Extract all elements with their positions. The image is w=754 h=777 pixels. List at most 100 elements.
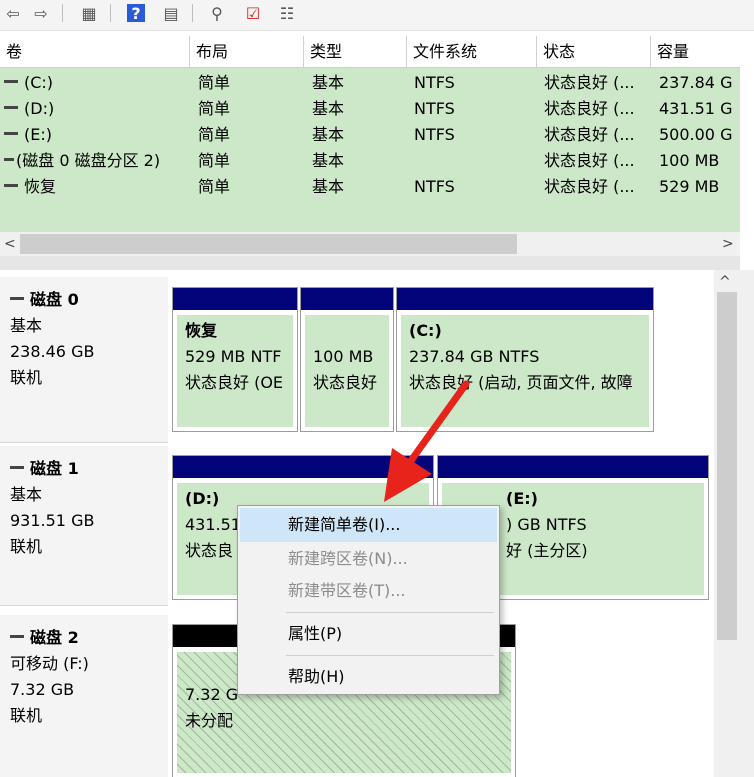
volume-icon (4, 106, 18, 109)
disk-size: 7.32 GB (10, 680, 75, 699)
volume-layout: 简单 (198, 151, 231, 170)
volume-icon (4, 184, 18, 187)
volume-name: 恢复 (24, 177, 57, 196)
toolbar-separator (110, 4, 111, 22)
back-arrow-icon[interactable]: ⇦ (2, 2, 24, 24)
scroll-left-icon[interactable]: < (4, 232, 16, 256)
volume-fs: NTFS (414, 73, 455, 92)
volume-layout: 简单 (198, 177, 231, 196)
volume-name: (E:) (24, 125, 52, 144)
disk-name: 磁盘 0 (30, 290, 79, 309)
toolbar-separator (192, 4, 193, 22)
action-pane-icon[interactable]: ▤ (160, 2, 182, 24)
volume-fs: NTFS (414, 177, 455, 196)
table-row[interactable]: (E:) (4, 122, 190, 148)
disk-name: 磁盘 1 (30, 459, 79, 478)
partition-status: 好 (主分区) (506, 541, 588, 560)
table-row[interactable]: (磁盘 0 磁盘分区 2) (4, 148, 194, 174)
volume-status: 状态良好 (... (544, 151, 635, 170)
partition-title: 恢复 (185, 321, 218, 340)
volume-layout: 简单 (198, 73, 231, 92)
context-menu: 新建简单卷(I)... 新建跨区卷(N)... 新建带区卷(T)... 属性(P… (237, 505, 500, 695)
red-arrow-annotation (384, 380, 470, 502)
column-header-capacity[interactable]: 容量 (651, 36, 740, 68)
volume-name: (D:) (24, 99, 55, 118)
partition-status: 状态良好 (OE (185, 373, 284, 392)
disk-icon (10, 635, 24, 638)
partition-title: (E:) (506, 489, 538, 508)
volume-fs: NTFS (414, 99, 455, 118)
partition-bar (397, 288, 653, 310)
help-icon[interactable]: ? (127, 4, 145, 23)
volume-capacity: 500.00 G (659, 125, 733, 144)
disk-state: 联机 (10, 368, 43, 387)
volume-status: 状态良好 (... (544, 73, 635, 92)
partition-recovery[interactable]: 恢复 529 MB NTF 状态良好 (OE (172, 287, 298, 432)
disk-size: 238.46 GB (10, 342, 95, 361)
menu-new-spanned-volume[interactable]: 新建跨区卷(N)... (240, 542, 497, 576)
disk-0-info[interactable]: 磁盘 0 基本 238.46 GB 联机 (0, 277, 168, 443)
disk-size: 931.51 GB (10, 511, 95, 530)
partition-size: ) GB NTFS (506, 515, 587, 534)
disk-type: 可移动 (F:) (10, 654, 89, 673)
volume-name: (磁盘 0 磁盘分区 2) (16, 151, 161, 170)
volume-status: 状态良好 (... (544, 99, 635, 118)
column-header-filesystem[interactable]: 文件系统 (407, 36, 537, 68)
column-header-layout[interactable]: 布局 (190, 36, 304, 68)
volume-layout: 简单 (198, 125, 231, 144)
table-row[interactable]: 恢复 (4, 174, 190, 200)
disk-2-info[interactable]: 磁盘 2 可移动 (F:) 7.32 GB 联机 (0, 615, 168, 777)
table-row[interactable]: (C:) (4, 70, 190, 96)
column-header-status[interactable]: 状态 (537, 36, 651, 68)
list-icon[interactable]: ☷ (276, 2, 298, 24)
volume-name: (C:) (24, 73, 54, 92)
volume-type: 基本 (312, 177, 345, 196)
volume-status: 状态良好 (... (544, 177, 635, 196)
column-header-type[interactable]: 类型 (304, 36, 407, 68)
partition-size: 529 MB NTF (185, 347, 282, 366)
partition-title: (C:) (409, 321, 442, 340)
menu-new-simple-volume[interactable]: 新建简单卷(I)... (240, 508, 497, 542)
scroll-up-icon[interactable]: ^ (719, 274, 731, 290)
forward-arrow-icon[interactable]: ⇨ (30, 2, 52, 24)
toolbar: ⇦ ⇨ ▦ ? ▤ ⚲ ☑ ☷ (0, 0, 754, 31)
partition-size: 237.84 GB NTFS (409, 347, 540, 366)
console-tree-icon[interactable]: ▦ (78, 2, 100, 24)
partition-bar (173, 288, 297, 310)
menu-help[interactable]: 帮助(H) (240, 660, 497, 694)
table-row[interactable]: (D:) (4, 96, 190, 122)
volume-capacity: 431.51 G (659, 99, 733, 118)
menu-new-striped-volume[interactable]: 新建带区卷(T)... (240, 574, 497, 608)
toolbar-separator (62, 4, 63, 22)
partition-size: 100 MB (313, 347, 374, 366)
horizontal-scroll-thumb[interactable] (20, 234, 517, 254)
scroll-right-icon[interactable]: > (722, 232, 734, 256)
vertical-scroll-thumb[interactable] (717, 292, 737, 640)
volume-status: 状态良好 (... (544, 125, 635, 144)
volume-type: 基本 (312, 125, 345, 144)
partition-status: 未分配 (185, 711, 234, 730)
menu-separator (286, 655, 494, 656)
volume-capacity: 237.84 G (659, 73, 733, 92)
disk-type: 基本 (10, 316, 43, 335)
volume-type: 基本 (312, 99, 345, 118)
check-icon[interactable]: ☑ (242, 2, 264, 24)
disk-1-info[interactable]: 磁盘 1 基本 931.51 GB 联机 (0, 446, 168, 606)
volume-layout: 简单 (198, 99, 231, 118)
disk-name: 磁盘 2 (30, 628, 79, 647)
volume-capacity: 100 MB (659, 151, 720, 170)
connect-icon[interactable]: ⚲ (206, 2, 228, 24)
disk-state: 联机 (10, 537, 43, 556)
partition-body: 恢复 529 MB NTF 状态良好 (OE (177, 315, 293, 427)
menu-properties[interactable]: 属性(P) (240, 617, 497, 651)
disk-state: 联机 (10, 706, 43, 725)
volume-icon (4, 132, 18, 135)
partition-bar (301, 288, 393, 310)
volume-type: 基本 (312, 151, 345, 170)
menu-separator (286, 612, 494, 613)
column-header-volume[interactable]: 卷 (0, 36, 190, 68)
volume-fs: NTFS (414, 125, 455, 144)
disk-icon (10, 466, 24, 469)
pane-splitter[interactable] (0, 256, 740, 271)
volume-icon (4, 158, 14, 161)
